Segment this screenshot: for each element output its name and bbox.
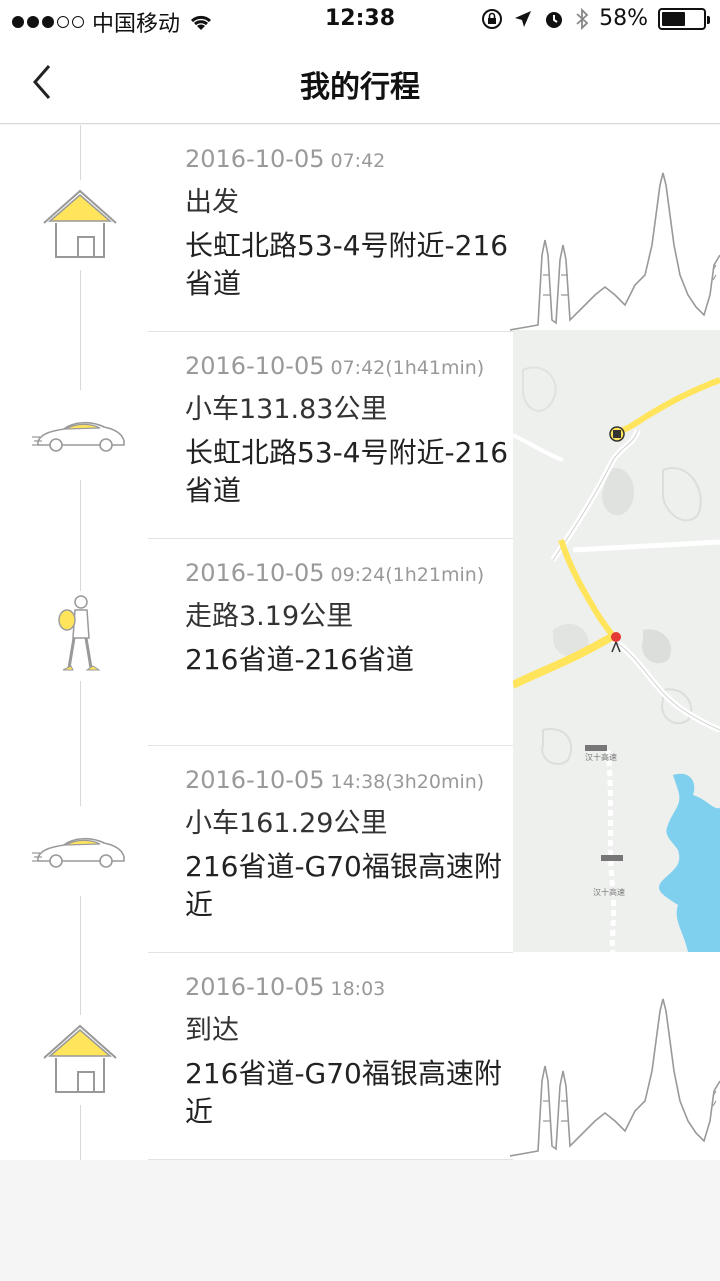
trip-time: 2016-10-05 09:24(1h21min) [185,557,513,591]
trip-row[interactable]: 2016-10-05 18:03 到达 216省道-G70福银高速附近 [0,953,720,1160]
status-bar: 中国移动 12:38 58% [0,0,720,40]
trip-mode: 走路3.19公里 [185,601,354,632]
city-skyline-illustration [510,172,720,331]
trip-timeline: 2016-10-05 07:42 出发 长虹北路53-4号附近-216省道 201… [0,125,720,1160]
location-arrow-icon [515,10,532,27]
trip-place: 216省道-216省道 [185,643,414,676]
map-label: 汉十高速 [585,752,617,762]
page-title: 我的行程 [300,70,420,105]
car-icon [30,390,130,480]
trip-clock: 18:03 [330,978,386,1000]
trip-row[interactable]: 2016-10-05 07:42 出发 长虹北路53-4号附近-216省道 [0,125,720,332]
walker-icon [30,591,130,681]
route-map[interactable]: 汉十高速 汉十高速 [513,330,720,952]
bottom-empty-area [0,1160,720,1281]
trip-date: 2016-10-05 [185,973,325,1001]
bluetooth-icon [576,7,589,30]
orientation-lock-icon [482,8,503,29]
trip-content: 2016-10-05 07:42(1h41min) 小车131.83公里 长虹北路… [148,332,513,539]
trip-date: 2016-10-05 [185,352,325,380]
trip-place: 长虹北路53-4号附近-216省道 [185,436,509,507]
car-icon [30,806,130,896]
trip-mode: 出发 [185,187,239,218]
trip-place: 216省道-G70福银高速附近 [185,850,502,921]
trip-date: 2016-10-05 [185,766,325,794]
trip-mode: 小车161.29公里 [185,808,388,839]
map-label: 汉十高速 [593,887,625,897]
trip-time: 2016-10-05 07:42 [185,143,513,177]
trip-clock: 07:42(1h41min) [330,357,485,379]
house-icon [30,1015,130,1105]
trip-content: 2016-10-05 07:42 出发 长虹北路53-4号附近-216省道 [148,125,513,332]
battery-percent: 58% [599,6,648,31]
trip-place: 216省道-G70福银高速附近 [185,1057,502,1128]
city-skyline-illustration [510,998,720,1157]
trip-clock: 09:24(1h21min) [330,564,485,586]
house-icon [30,180,130,270]
nav-bar: 我的行程 [0,40,720,124]
alarm-icon [546,11,563,28]
trip-content: 2016-10-05 09:24(1h21min) 走路3.19公里 216省道-… [148,539,513,746]
trip-date: 2016-10-05 [185,145,325,173]
trip-clock: 14:38(3h20min) [330,771,485,793]
trip-time: 2016-10-05 14:38(3h20min) [185,764,513,798]
trip-clock: 07:42 [330,150,386,172]
trip-content: 2016-10-05 14:38(3h20min) 小车161.29公里 216省… [148,746,513,953]
trip-time: 2016-10-05 07:42(1h41min) [185,350,513,384]
trip-content: 2016-10-05 18:03 到达 216省道-G70福银高速附近 [148,953,513,1160]
trip-mode: 小车131.83公里 [185,394,388,425]
battery-icon [658,7,710,30]
trip-date: 2016-10-05 [185,559,325,587]
trip-time: 2016-10-05 18:03 [185,971,513,1005]
trip-mode: 到达 [185,1015,239,1046]
trip-place: 长虹北路53-4号附近-216省道 [185,229,509,300]
